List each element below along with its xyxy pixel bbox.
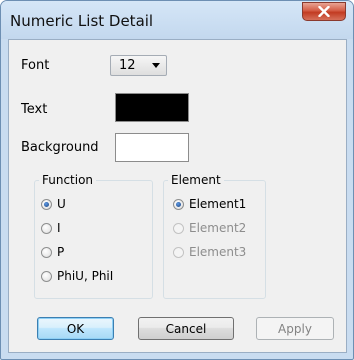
radio-button-icon[interactable] xyxy=(41,198,52,210)
cancel-button[interactable]: Cancel xyxy=(138,317,234,340)
element-radio-2: Element2 xyxy=(173,220,246,236)
element-group-legend: Element xyxy=(168,173,224,187)
function-radio-1[interactable]: U xyxy=(41,196,66,212)
function-radio-2[interactable]: I xyxy=(41,220,61,236)
radio-button-icon xyxy=(173,222,184,234)
function-radio-3[interactable]: P xyxy=(41,244,64,260)
close-button[interactable] xyxy=(302,2,346,21)
dialog-window: Numeric List Detail Font 12 Text Backgro… xyxy=(0,0,354,360)
function-radio-label: P xyxy=(57,245,65,259)
text-color-swatch[interactable] xyxy=(115,93,189,122)
apply-button[interactable]: Apply xyxy=(256,317,334,340)
radio-button-icon[interactable] xyxy=(173,198,184,210)
radio-button-icon[interactable] xyxy=(41,270,52,282)
radio-button-icon[interactable] xyxy=(41,222,52,234)
radio-button-icon xyxy=(173,246,184,258)
background-color-swatch[interactable] xyxy=(115,133,189,162)
close-icon xyxy=(318,6,330,17)
element-radio-label: Element2 xyxy=(189,221,247,235)
font-size-value: 12 xyxy=(119,58,136,73)
text-label: Text xyxy=(21,102,48,117)
background-label: Background xyxy=(21,140,99,155)
element-radio-label: Element1 xyxy=(189,197,247,211)
title-bar[interactable]: Numeric List Detail xyxy=(1,1,353,39)
font-label: Font xyxy=(21,58,50,73)
window-title: Numeric List Detail xyxy=(10,12,154,30)
function-radio-label: I xyxy=(57,221,61,235)
font-size-select[interactable]: 12 xyxy=(110,55,167,76)
function-group-legend: Function xyxy=(39,173,97,187)
chevron-down-icon xyxy=(152,63,160,68)
ok-button[interactable]: OK xyxy=(37,317,114,340)
function-radio-label: U xyxy=(57,197,66,211)
radio-button-icon[interactable] xyxy=(41,246,52,258)
function-radio-label: PhiU, PhiI xyxy=(57,269,114,283)
element-radio-3: Element3 xyxy=(173,244,246,260)
element-radio-1[interactable]: Element1 xyxy=(173,196,246,212)
function-radio-4[interactable]: PhiU, PhiI xyxy=(41,268,113,284)
element-radio-label: Element3 xyxy=(189,245,247,259)
